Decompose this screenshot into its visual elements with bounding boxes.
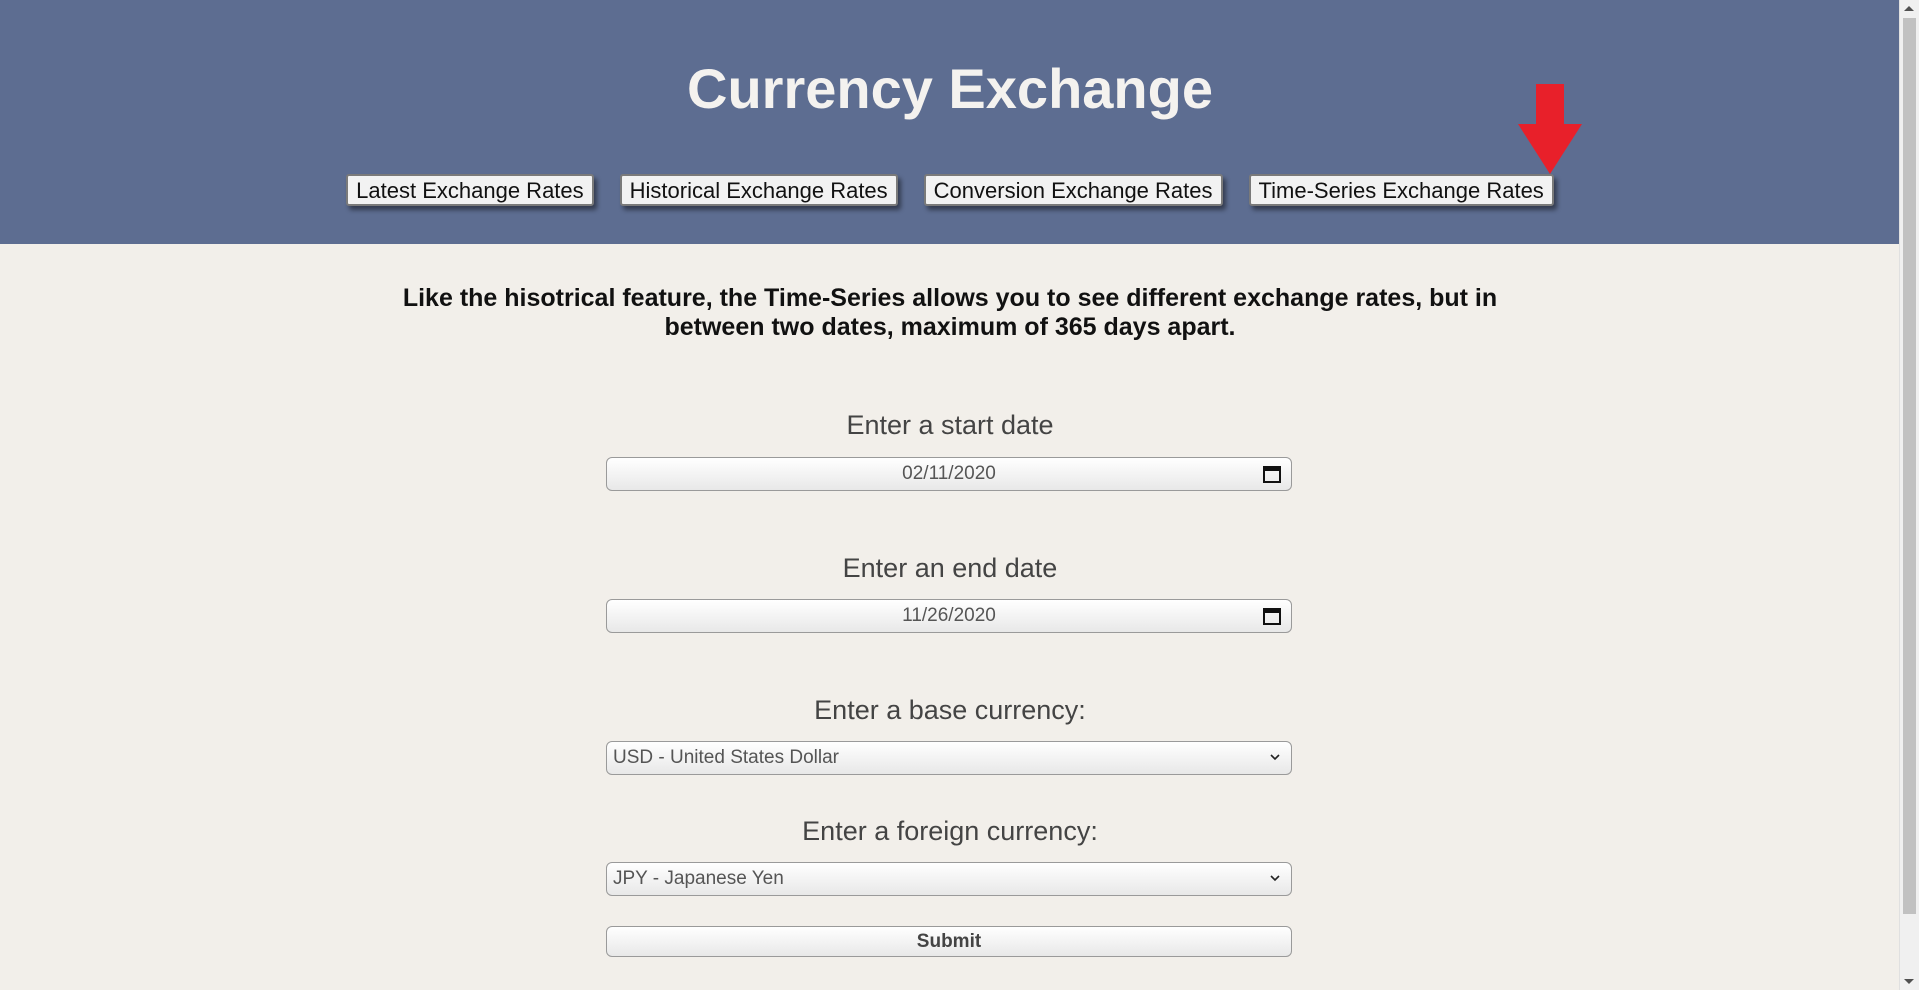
base-currency-label: Enter a base currency: [814,695,1086,725]
start-date-value: 02/11/2020 [902,463,996,484]
end-date-input[interactable]: 11/26/2020 [606,599,1292,633]
scroll-down-icon[interactable] [1904,979,1914,984]
nav-bar: Latest Exchange Rates Historical Exchang… [0,174,1900,206]
foreign-currency-value: JPY - Japanese Yen [613,868,784,889]
chevron-down-icon [1270,875,1280,882]
calendar-icon[interactable] [1263,607,1281,625]
nav-historical-button[interactable]: Historical Exchange Rates [619,174,898,206]
end-date-label: Enter an end date [842,553,1058,583]
nav-timeseries-button[interactable]: Time-Series Exchange Rates [1248,174,1554,206]
end-date-value: 11/26/2020 [902,605,996,626]
chevron-down-icon [1270,754,1280,761]
foreign-currency-label: Enter a foreign currency: [802,816,1098,846]
arrow-down-icon [1518,84,1582,174]
start-date-input[interactable]: 02/11/2020 [606,457,1292,491]
scroll-up-icon[interactable] [1904,6,1914,11]
scrollbar[interactable] [1899,0,1919,990]
base-currency-select[interactable]: USD - United States Dollar [606,741,1292,775]
page-title: Currency Exchange [687,57,1213,120]
header: Currency Exchange Latest Exchange Rates … [0,0,1900,244]
nav-latest-button[interactable]: Latest Exchange Rates [346,174,594,206]
nav-conversion-button[interactable]: Conversion Exchange Rates [923,174,1223,206]
page: Currency Exchange Latest Exchange Rates … [0,0,1919,990]
start-date-label: Enter a start date [846,410,1054,440]
foreign-currency-select[interactable]: JPY - Japanese Yen [606,862,1292,896]
calendar-icon[interactable] [1263,465,1281,483]
scrollbar-thumb[interactable] [1903,18,1916,914]
base-currency-value: USD - United States Dollar [613,747,839,768]
description-text: Like the hisotrical feature, the Time-Se… [402,284,1498,341]
submit-button[interactable]: Submit [606,926,1292,957]
